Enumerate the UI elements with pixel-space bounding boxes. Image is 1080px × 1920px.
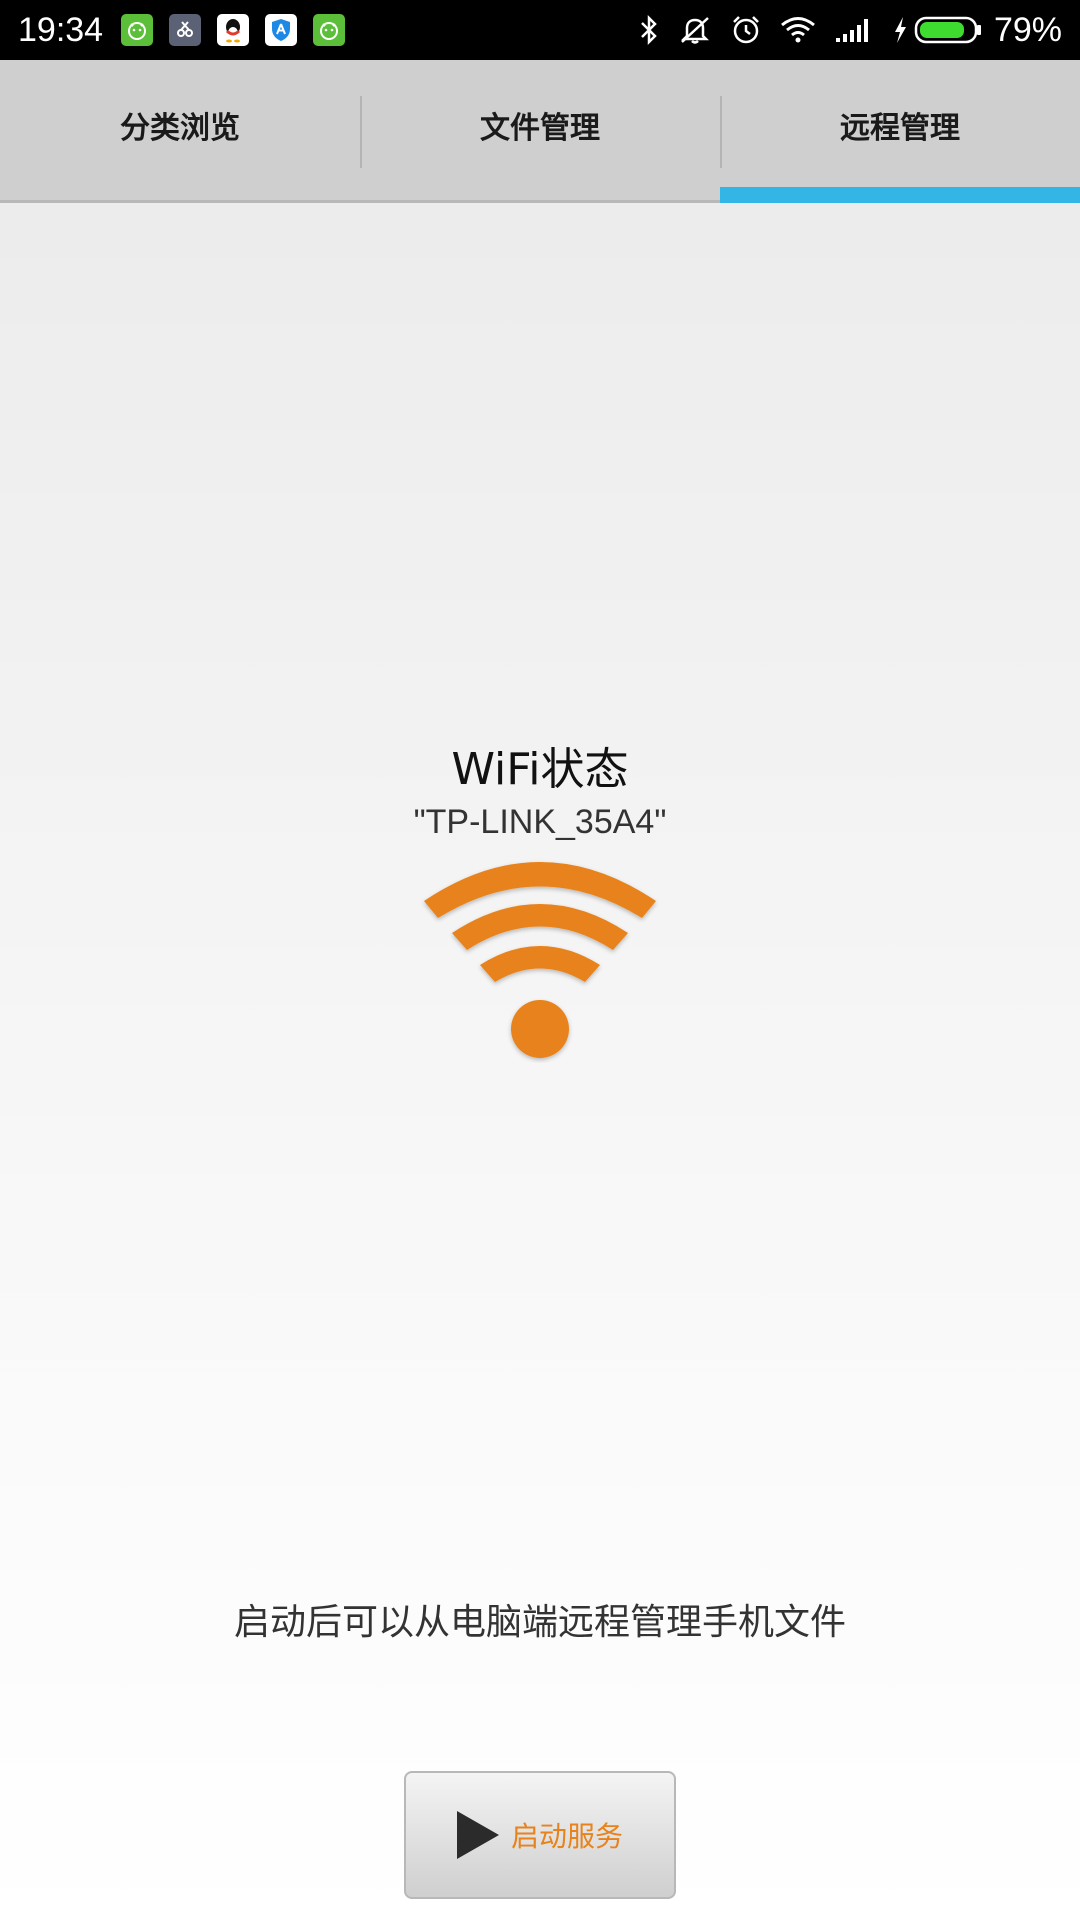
tab-label: 远程管理 [840,111,960,146]
start-service-label: 启动服务 [510,1820,623,1853]
wifi-signal-icon [780,16,816,44]
tab-label: 分类浏览 [120,111,240,146]
battery-percent: 79% [993,10,1062,49]
app-icon [169,14,202,46]
system-status-icons: 79% [620,11,1062,50]
tab-category-browse[interactable]: 分类浏览 [0,60,360,200]
android-icon [121,14,154,46]
tab-remote-manager[interactable]: 远程管理 [720,60,1080,203]
wifi-ssid: "TP-LINK_35A4" [413,803,667,841]
remote-manage-hint: 启动后可以从电脑端远程管理手机文件 [233,1602,846,1643]
wifi-icon [420,853,660,1063]
cell-signal-icon [834,16,874,44]
android-icon [313,14,346,46]
bluetooth-icon [638,14,660,46]
status-bar: 19:34 79% [0,0,1080,60]
tab-label: 文件管理 [480,111,600,146]
play-icon [456,1811,499,1859]
qq-penguin-icon [217,14,250,46]
wifi-status-title: WiFi状态 [451,744,629,795]
start-service-button[interactable]: 启动服务 [404,1771,676,1899]
shield-a-icon [265,14,298,46]
active-tab-indicator [720,187,1080,203]
battery-icon [914,15,984,45]
silent-mode-icon [678,14,712,46]
status-time: 19:34 [18,10,104,49]
alarm-icon [730,14,762,46]
remote-manager-panel: WiFi状态 "TP-LINK_35A4" 启动后可以从电脑端远程管理手机文件 [0,203,1080,1920]
charging-icon [892,15,908,45]
tab-bar: 分类浏览 文件管理 远程管理 [0,60,1080,203]
tab-file-manager[interactable]: 文件管理 [360,60,720,200]
